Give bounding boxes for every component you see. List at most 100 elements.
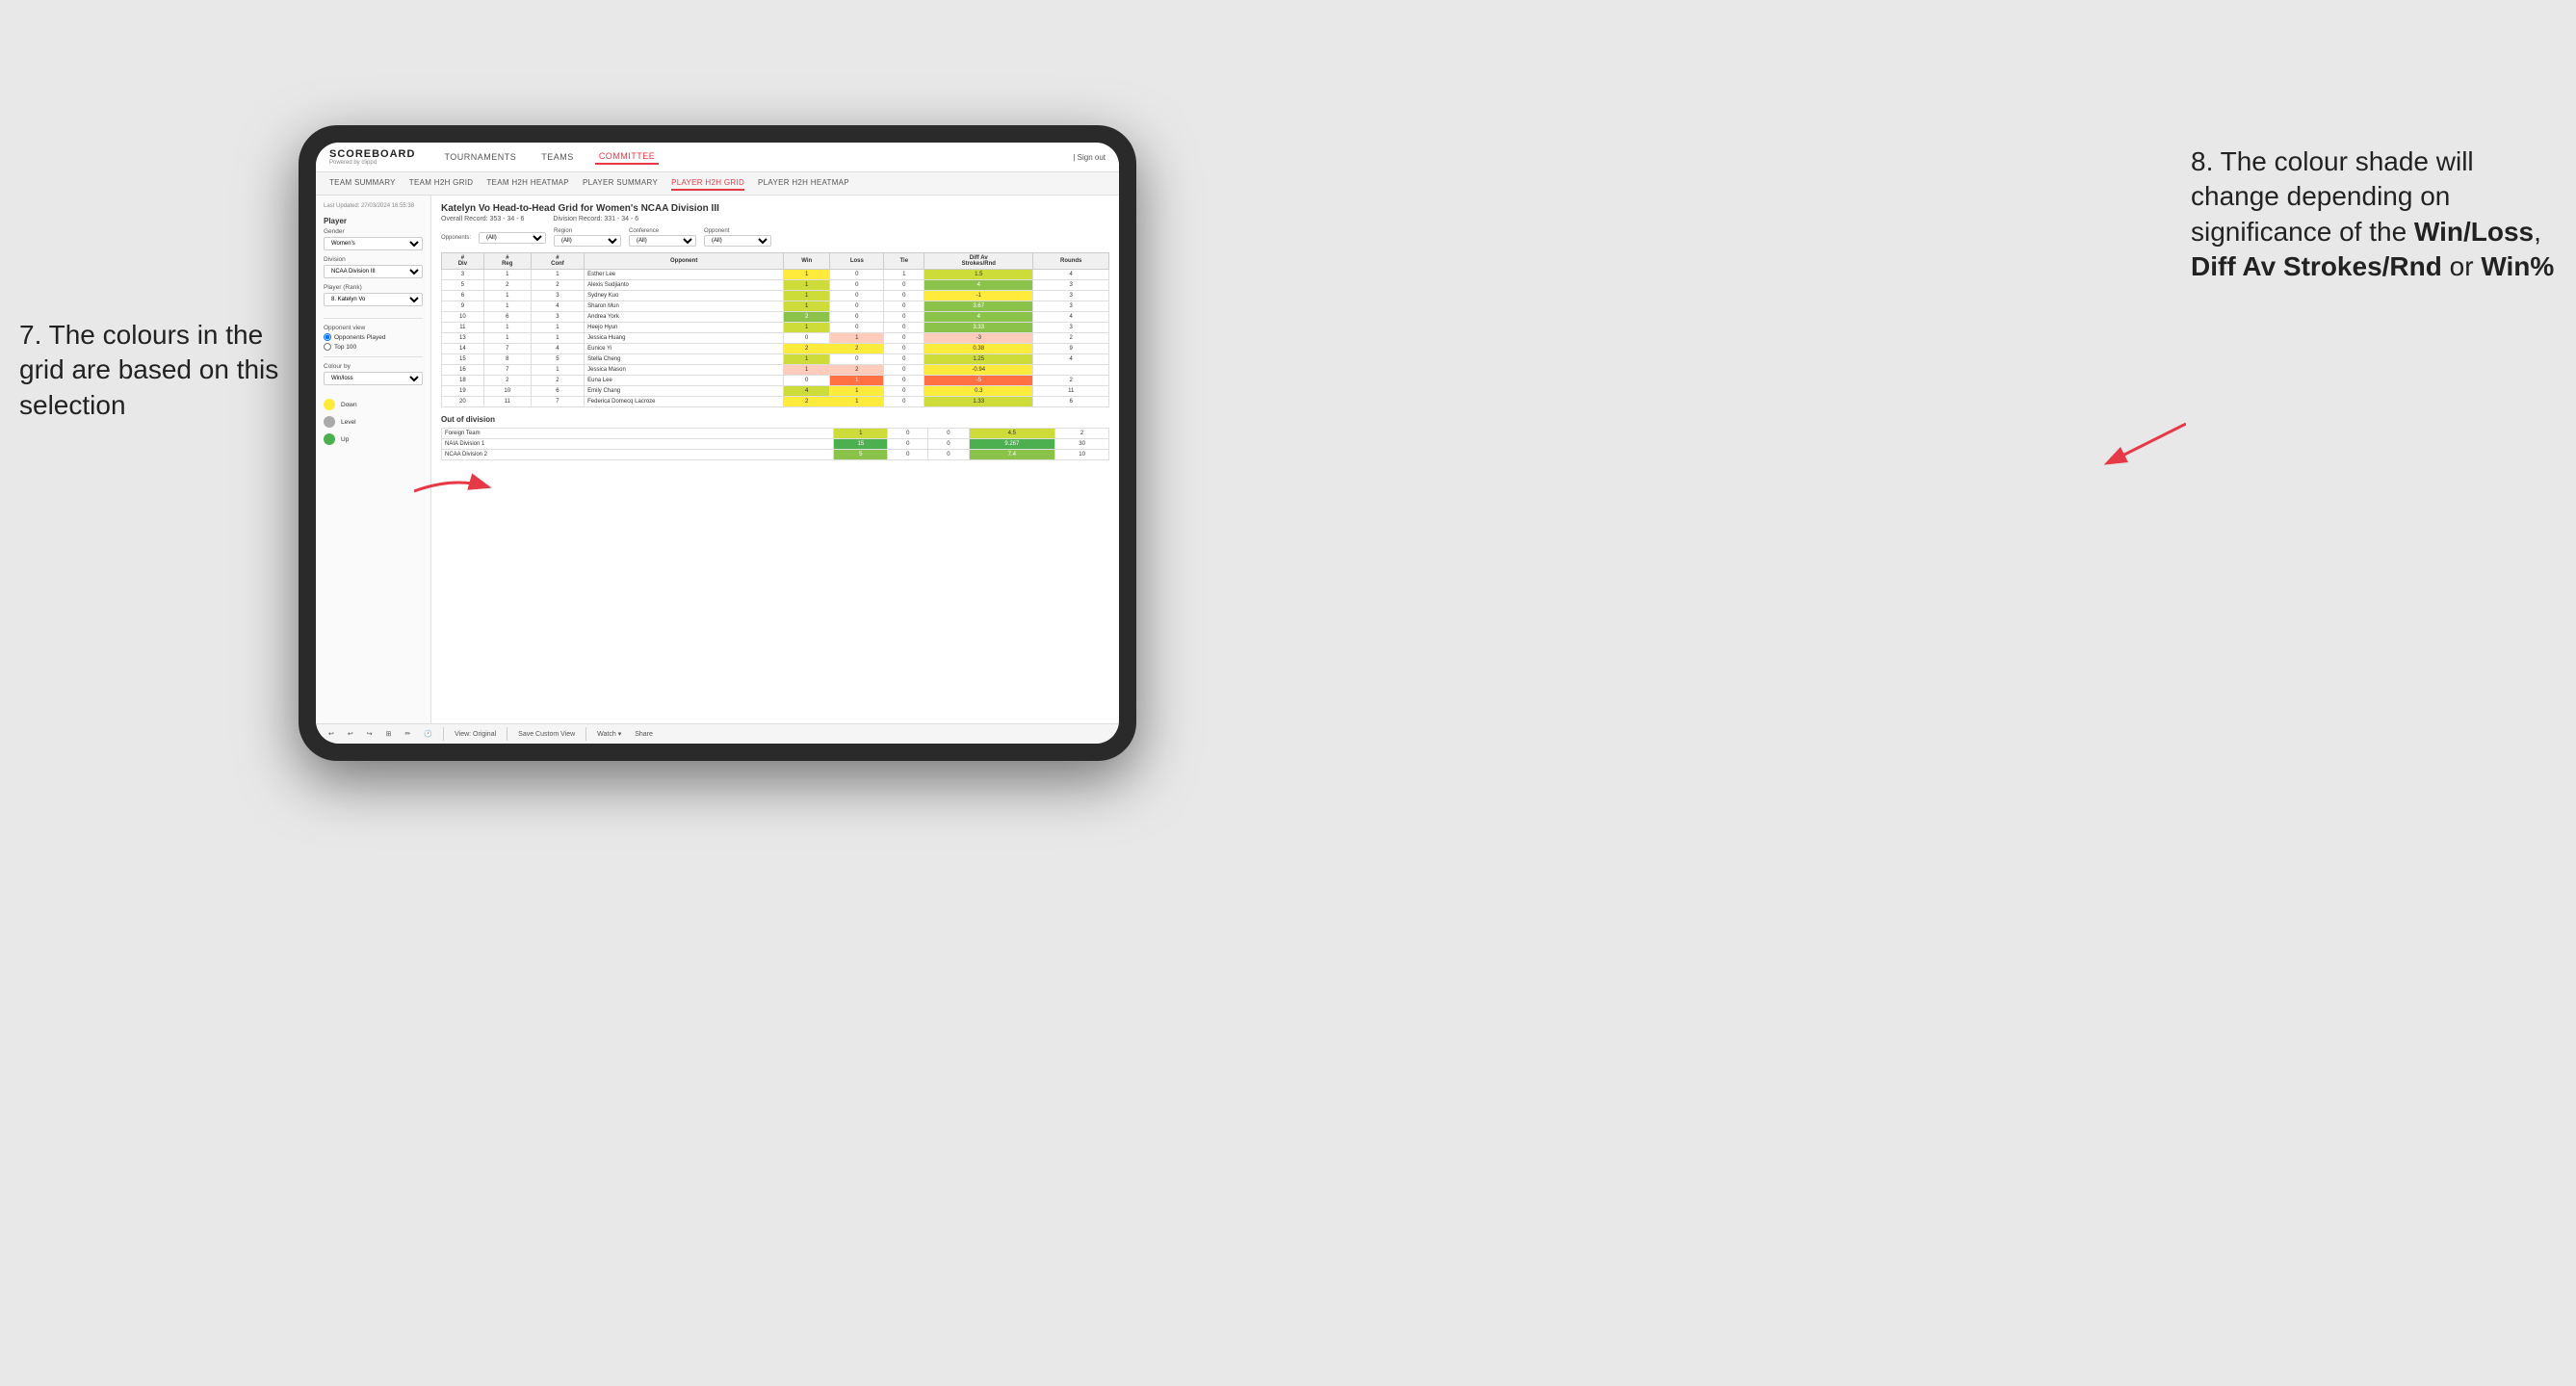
cell-reg: 1 (483, 270, 531, 280)
division-select[interactable]: NCAA Division III (324, 265, 423, 278)
table-row: 15 8 5 Stella Cheng 1 0 0 1.25 4 (442, 354, 1109, 365)
region-select[interactable]: (All) (554, 235, 621, 247)
cell-conf: 4 (531, 301, 584, 312)
player-rank-label: Player (Rank) (324, 284, 423, 291)
ood-win: 15 (834, 439, 888, 450)
nav-tournaments[interactable]: TOURNAMENTS (440, 150, 520, 164)
tab-team-h2h-heatmap[interactable]: TEAM H2H HEATMAP (486, 176, 569, 191)
cell-loss: 0 (830, 323, 884, 333)
cell-opponent: Jessica Mason (585, 365, 784, 376)
conference-select[interactable]: (All) (629, 235, 696, 247)
cell-tie: 0 (884, 397, 924, 407)
colour-by-select[interactable]: Win/loss (324, 372, 423, 385)
cell-win: 1 (784, 354, 830, 365)
cell-rounds: 3 (1033, 301, 1109, 312)
th-reg: #Reg (483, 253, 531, 270)
cell-win: 2 (784, 397, 830, 407)
ood-opponent: Foreign Team (442, 429, 834, 439)
cell-conf: 6 (531, 386, 584, 397)
cell-diff: -3 (924, 333, 1033, 344)
filters-row: Opponents: (All) Region (All) Conference… (441, 228, 1109, 247)
cell-diff: 1.25 (924, 354, 1033, 365)
cell-rounds: 3 (1033, 323, 1109, 333)
opponents-filter-select[interactable]: (All) (479, 232, 546, 244)
tab-team-summary[interactable]: TEAM SUMMARY (329, 176, 396, 191)
ood-rounds: 10 (1055, 450, 1109, 460)
nav-teams[interactable]: TEAMS (537, 150, 578, 164)
cell-tie: 0 (884, 301, 924, 312)
cell-win: 0 (784, 376, 830, 386)
cell-div: 6 (442, 291, 484, 301)
table-row: 9 1 4 Sharon Mun 1 0 0 3.67 3 (442, 301, 1109, 312)
cell-opponent: Heejo Hyun (585, 323, 784, 333)
share-btn[interactable]: Share (632, 730, 656, 739)
cell-loss: 0 (830, 280, 884, 291)
nav-committee[interactable]: COMMITTEE (595, 149, 660, 165)
player-rank-select[interactable]: 8. Katelyn Vo (324, 293, 423, 306)
cell-opponent: Sydney Kuo (585, 291, 784, 301)
cell-reg: 2 (483, 376, 531, 386)
cell-win: 1 (784, 365, 830, 376)
cell-div: 10 (442, 312, 484, 323)
left-arrow (414, 472, 491, 515)
tab-team-h2h-grid[interactable]: TEAM H2H GRID (409, 176, 474, 191)
th-loss: Loss (830, 253, 884, 270)
ood-loss: 0 (888, 429, 928, 439)
ood-tie: 0 (928, 450, 969, 460)
view-original-btn[interactable]: View: Original (452, 730, 499, 739)
ood-win: 1 (834, 429, 888, 439)
clock-btn[interactable]: 🕐 (421, 729, 435, 739)
tablet-screen: SCOREBOARD Powered by clippd TOURNAMENTS… (316, 143, 1119, 744)
cell-tie: 0 (884, 376, 924, 386)
toolbar-divider (443, 727, 444, 741)
toolbar-divider3 (585, 727, 586, 741)
tab-player-h2h-grid[interactable]: PLAYER H2H GRID (671, 176, 744, 191)
cell-reg: 1 (483, 301, 531, 312)
redo2-btn[interactable]: ↪ (364, 729, 376, 739)
cell-opponent: Andrea York (585, 312, 784, 323)
cell-diff: 0.38 (924, 344, 1033, 354)
cell-tie: 0 (884, 354, 924, 365)
table-row: 3 1 1 Esther Lee 1 0 1 1.5 4 (442, 270, 1109, 280)
radio-opponents-played[interactable]: Opponents Played (324, 333, 423, 341)
cell-tie: 0 (884, 386, 924, 397)
cell-conf: 1 (531, 323, 584, 333)
cell-conf: 1 (531, 333, 584, 344)
cell-loss: 0 (830, 270, 884, 280)
cell-tie: 0 (884, 291, 924, 301)
out-of-division-table: Foreign Team 1 0 0 4.5 2 NAIA Division 1… (441, 428, 1109, 460)
cell-conf: 2 (531, 280, 584, 291)
top-nav: SCOREBOARD Powered by clippd TOURNAMENTS… (316, 143, 1119, 172)
undo-btn[interactable]: ↩ (325, 729, 337, 739)
cell-opponent: Eunice Yi (585, 344, 784, 354)
sidebar: Last Updated: 27/03/2024 16:55:38 Player… (316, 196, 431, 723)
cell-div: 3 (442, 270, 484, 280)
cell-opponent: Alexis Sudjianto (585, 280, 784, 291)
cell-conf: 4 (531, 344, 584, 354)
cell-rounds: 2 (1033, 333, 1109, 344)
radio-top100[interactable]: Top 100 (324, 343, 423, 351)
tab-player-summary[interactable]: PLAYER SUMMARY (583, 176, 658, 191)
gender-select[interactable]: Women's (324, 237, 423, 250)
logo-text: SCOREBOARD (329, 148, 415, 160)
watch-btn[interactable]: Watch ▾ (594, 729, 624, 739)
cell-win: 2 (784, 312, 830, 323)
edit-btn[interactable]: ✏ (403, 729, 414, 739)
ood-diff: 9.267 (969, 439, 1055, 450)
redo-btn[interactable]: ↩ (345, 729, 356, 739)
cell-loss: 0 (830, 291, 884, 301)
cell-reg: 1 (483, 323, 531, 333)
opponent-select[interactable]: (All) (704, 235, 771, 247)
right-arrow (2090, 414, 2186, 477)
sidebar-player-title: Player (324, 217, 423, 225)
cell-opponent: Sharon Mun (585, 301, 784, 312)
table-row: 13 1 1 Jessica Huang 0 1 0 -3 2 (442, 333, 1109, 344)
cell-div: 11 (442, 323, 484, 333)
save-custom-btn[interactable]: Save Custom View (515, 730, 578, 739)
conference-filter-group: Conference (All) (629, 228, 696, 247)
ood-opponent: NAIA Division 1 (442, 439, 834, 450)
sign-out-link[interactable]: | Sign out (1073, 153, 1106, 162)
copy-btn[interactable]: ⊞ (383, 729, 395, 739)
tab-player-h2h-heatmap[interactable]: PLAYER H2H HEATMAP (758, 176, 849, 191)
cell-diff: 4 (924, 312, 1033, 323)
